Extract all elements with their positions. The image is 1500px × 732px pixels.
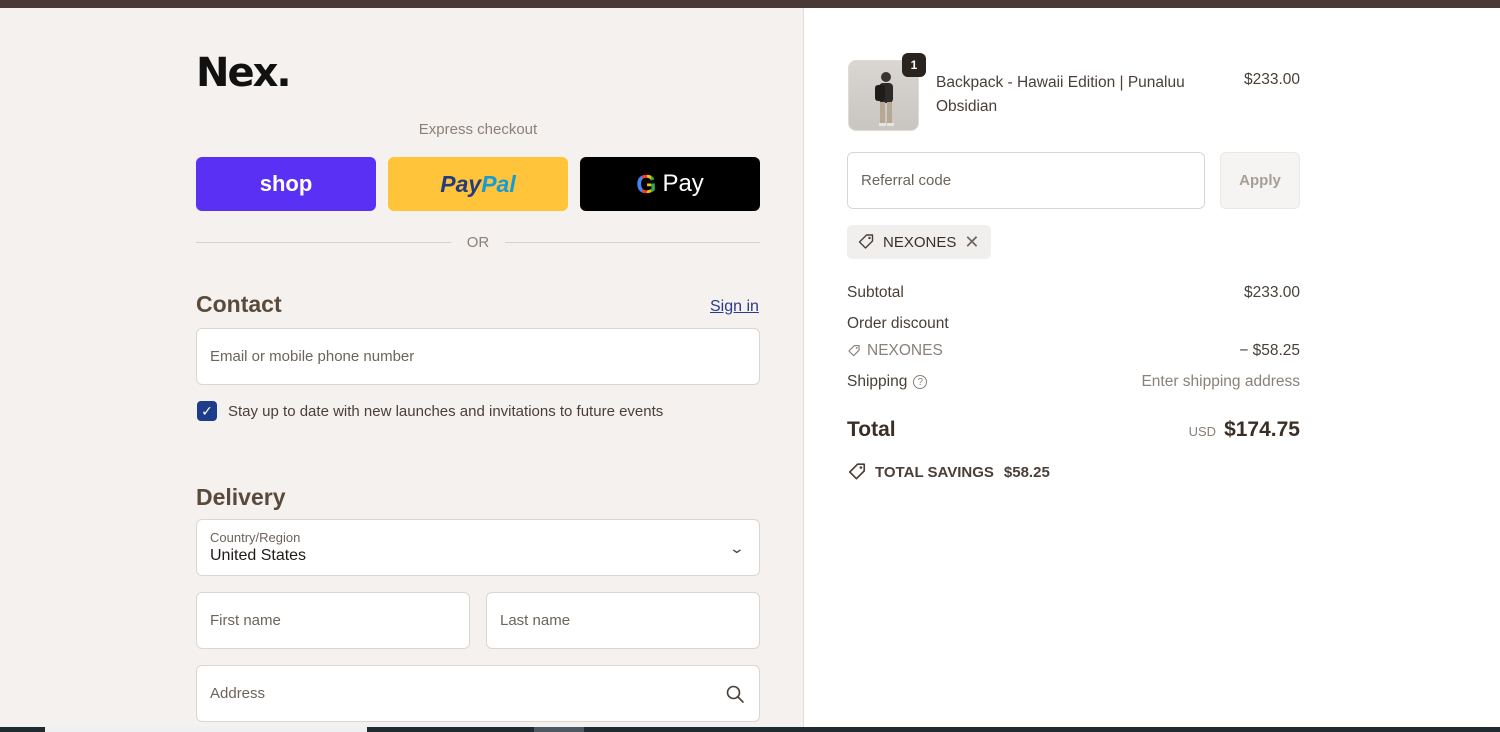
last-name-field[interactable]: Last name: [486, 592, 760, 649]
savings-value: $58.25: [1003, 463, 1050, 481]
referral-placeholder: Referral code: [861, 172, 952, 189]
address-field[interactable]: Address: [196, 665, 760, 722]
discount-label: Order discount: [847, 315, 949, 332]
tag-icon: [858, 234, 874, 249]
tag-icon: [848, 463, 866, 480]
email-field[interactable]: Email or mobile phone number: [196, 328, 760, 385]
shop-pay-button[interactable]: shop: [196, 157, 376, 211]
newsletter-label: Stay up to date with new launches and in…: [228, 402, 664, 420]
first-name-placeholder: First name: [210, 612, 281, 629]
quantity-badge: 1: [902, 53, 926, 77]
applied-discount-chip: NEXONES ✕: [847, 225, 992, 259]
applied-code-label: NEXONES: [883, 233, 957, 251]
subtotal-row: Subtotal $233.00: [847, 284, 1300, 302]
country-caption: Country/Region: [210, 530, 301, 545]
brand-logo[interactable]: Nex.: [196, 50, 292, 96]
or-label: OR: [466, 233, 490, 251]
taskbar-strip: [0, 727, 1500, 732]
top-bar: [0, 0, 1500, 8]
shipping-value: Enter shipping address: [1141, 373, 1300, 390]
referral-code-input[interactable]: Referral code: [847, 152, 1205, 209]
discount-row: Order discount: [847, 315, 1300, 333]
total-row: Total USD $174.75: [847, 418, 1300, 442]
search-icon[interactable]: [725, 684, 745, 704]
savings-label: TOTAL SAVINGS: [875, 463, 994, 481]
address-placeholder: Address: [210, 685, 266, 702]
country-value: United States: [210, 547, 307, 564]
newsletter-checkbox[interactable]: ✓: [197, 401, 217, 421]
newsletter-option[interactable]: ✓ Stay up to date with new launches and …: [197, 401, 663, 421]
or-divider: OR: [196, 232, 760, 252]
google-pay-label: Pay: [662, 170, 704, 197]
google-pay-button[interactable]: G Pay: [580, 157, 760, 211]
paypal-logo-pay: Pay: [440, 170, 482, 197]
paypal-logo-pal: Pal: [481, 170, 516, 197]
total-savings: TOTAL SAVINGS $58.25: [847, 462, 1050, 482]
google-g-icon: G: [636, 168, 657, 199]
remove-discount-icon[interactable]: ✕: [964, 232, 979, 253]
discount-code-label: NEXONES: [867, 342, 943, 359]
subtotal-value: $233.00: [1243, 284, 1300, 301]
email-placeholder: Email or mobile phone number: [210, 348, 415, 365]
total-label: Total: [847, 418, 896, 441]
product-name: Backpack - Hawaii Edition | Punaluu Obsi…: [936, 74, 1185, 115]
express-checkout-label: Express checkout: [418, 121, 538, 138]
help-icon[interactable]: ?: [913, 375, 928, 389]
apply-button[interactable]: Apply: [1220, 152, 1300, 209]
divider-line: [196, 241, 451, 243]
first-name-field[interactable]: First name: [196, 592, 470, 649]
taskbar-segment: [45, 727, 367, 732]
discount-value: − $58.25: [1239, 342, 1300, 359]
paypal-button[interactable]: Pay Pal: [388, 157, 568, 211]
shop-pay-label: shop: [259, 171, 313, 196]
total-value: $174.75: [1224, 418, 1300, 441]
total-currency: USD: [1188, 424, 1217, 439]
product-price: $233.00: [1243, 71, 1300, 88]
last-name-placeholder: Last name: [500, 612, 571, 629]
taskbar-segment: [534, 727, 584, 732]
shipping-row: Shipping ? Enter shipping address: [847, 373, 1300, 391]
shipping-label: Shipping: [847, 373, 908, 390]
delivery-heading: Delivery: [196, 484, 286, 510]
subtotal-label: Subtotal: [847, 284, 904, 301]
sign-in-link[interactable]: Sign in: [710, 298, 759, 316]
divider-line: [505, 241, 760, 243]
tag-icon: [848, 344, 860, 357]
country-select[interactable]: Country/Region United States ⌄: [196, 519, 760, 576]
chevron-down-icon: ⌄: [728, 540, 746, 556]
contact-heading: Contact: [196, 291, 282, 317]
discount-code-row: NEXONES − $58.25: [847, 342, 1300, 360]
